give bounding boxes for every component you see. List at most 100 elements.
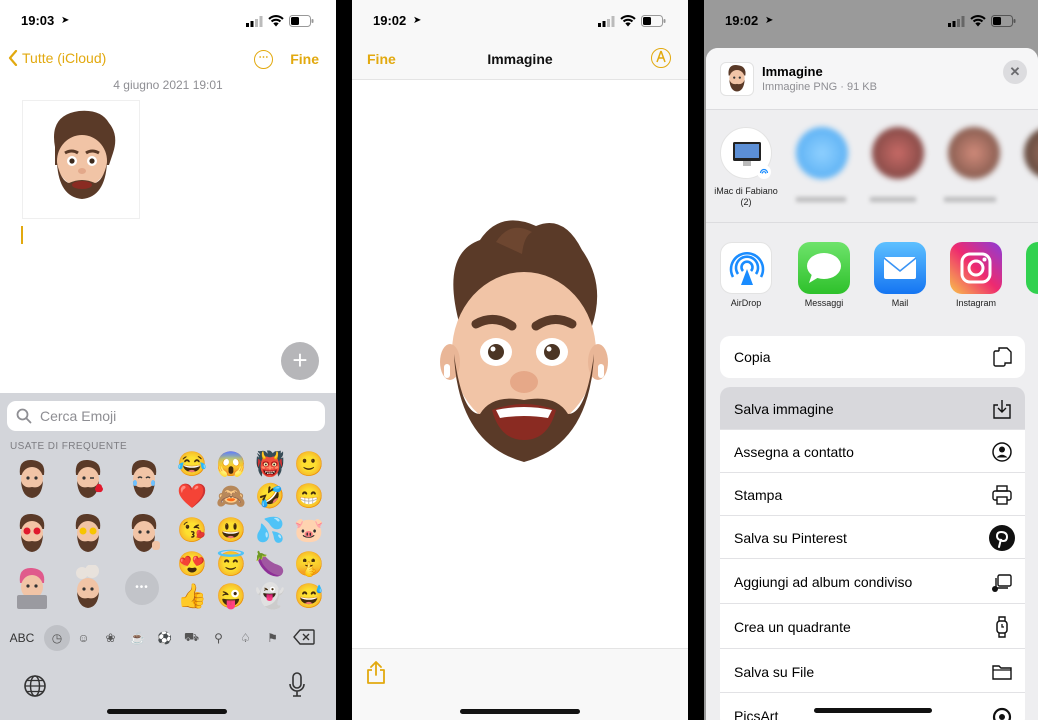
emoji-key[interactable]: 🐷 [293, 515, 325, 547]
home-indicator[interactable] [107, 709, 227, 714]
emoji-key[interactable]: 😍 [176, 549, 208, 581]
cellular-signal-icon [246, 15, 263, 27]
animals-category-icon[interactable]: ❀ [97, 631, 124, 645]
delete-key-icon[interactable] [286, 628, 322, 648]
emoji-key[interactable]: ❤️ [176, 481, 208, 513]
food-category-icon[interactable]: ☕ [124, 631, 151, 645]
save-to-files-action[interactable]: Salva su File [720, 649, 1025, 693]
viewer-top-bar: 19:02 ➤ Fine Immagine [352, 0, 688, 80]
recent-category-icon[interactable]: ◷ [44, 625, 70, 651]
copy-action-group: Copia [720, 336, 1025, 378]
copy-action[interactable]: Copia [720, 336, 1025, 378]
app-label: W [1017, 298, 1038, 308]
memoji-sticker-heart-eyes[interactable] [12, 511, 52, 557]
status-bar: 19:03 ➤ [0, 0, 336, 40]
save-download-icon [993, 400, 1011, 419]
home-indicator[interactable] [460, 709, 580, 714]
memoji-sticker-kiss[interactable] [68, 457, 108, 503]
airdrop-target-blurred[interactable] [796, 127, 848, 179]
memoji-sticker[interactable] [12, 457, 52, 503]
memoji-sticker-laughing[interactable] [124, 457, 164, 503]
save-to-pinterest-action[interactable]: Salva su Pinterest [720, 516, 1025, 559]
memoji-sticker-star-eyes[interactable] [68, 511, 108, 557]
smileys-category-icon[interactable]: ☺ [70, 631, 97, 645]
folder-icon [992, 665, 1012, 680]
location-icon: ➤ [413, 15, 422, 26]
home-indicator[interactable] [814, 708, 932, 713]
copy-label: Copia [734, 349, 771, 365]
messages-app-icon[interactable] [798, 242, 850, 294]
close-icon[interactable]: ✕ [1003, 60, 1027, 84]
status-time: 19:02 [725, 13, 759, 28]
emoji-key[interactable]: 😅 [293, 581, 325, 613]
symbols-category-icon[interactable]: ♤ [232, 631, 259, 645]
emoji-key[interactable]: 👻 [254, 581, 286, 613]
activity-category-icon[interactable]: ⚽ [151, 631, 178, 645]
keyboard-bottom-row [0, 663, 336, 703]
save-files-label: Salva su File [734, 664, 815, 680]
mail-app-icon[interactable] [874, 242, 926, 294]
microphone-icon[interactable] [287, 672, 307, 698]
add-to-shared-album-action[interactable]: Aggiungi ad album condiviso [720, 559, 1025, 604]
emoji-key[interactable]: 😂 [176, 449, 208, 481]
travel-category-icon[interactable]: ⛟ [178, 630, 205, 646]
status-time: 19:03 [21, 13, 55, 28]
save-image-action[interactable]: Salva immagine [720, 387, 1025, 430]
more-stickers-button[interactable]: ••• [125, 571, 159, 605]
markup-pen-icon[interactable] [651, 48, 671, 68]
note-image-attachment[interactable] [22, 100, 140, 219]
emoji-key[interactable]: 😱 [215, 449, 247, 481]
contact-avatar-blurred[interactable] [872, 127, 924, 179]
flags-category-icon[interactable]: ⚑ [259, 631, 286, 645]
note-date: 4 giugno 2021 19:01 [113, 78, 223, 92]
status-icons [948, 15, 1016, 27]
picsart-action[interactable]: PicsArt [720, 693, 1025, 720]
whatsapp-app-icon[interactable] [1026, 242, 1038, 294]
contact-avatar-blurred[interactable] [1024, 127, 1038, 179]
emoji-key[interactable]: 🤣 [254, 481, 286, 513]
globe-icon[interactable] [23, 674, 47, 698]
emoji-key[interactable]: 👹 [254, 449, 286, 481]
image-viewer-screen: 19:02 ➤ Fine Immagine [352, 0, 688, 720]
memoji-sticker-thumbs[interactable] [124, 511, 164, 557]
back-button[interactable]: Tutte (iCloud) [8, 50, 106, 66]
contact-avatar-blurred[interactable] [948, 127, 1000, 179]
add-attachment-button[interactable]: + [281, 342, 319, 380]
done-button[interactable]: Fine [290, 51, 319, 67]
assign-contact-label: Assegna a contatto [734, 444, 854, 460]
print-label: Stampa [734, 487, 783, 503]
more-options-icon[interactable]: ⋯ [254, 50, 273, 69]
emoji-key[interactable]: 😁 [293, 481, 325, 513]
create-watch-face-action[interactable]: Crea un quadrante [720, 604, 1025, 649]
objects-category-icon[interactable]: ⚲ [205, 631, 232, 645]
emoji-keyboard: Cerca Emoji USATE DI FREQUENTE ••• 😂 😱 👹… [0, 393, 336, 720]
emoji-key[interactable]: 🤫 [293, 549, 325, 581]
emoji-key[interactable]: 😃 [215, 515, 247, 547]
search-icon [16, 408, 32, 424]
emoji-key[interactable]: 😜 [215, 581, 247, 613]
airdrop-app-icon[interactable] [720, 242, 772, 294]
save-image-label: Salva immagine [734, 401, 834, 417]
share-sheet-header: Immagine Immagine PNG · 91 KB ✕ [706, 48, 1038, 110]
emoji-key[interactable]: 🙂 [293, 449, 325, 481]
share-icon[interactable] [366, 661, 386, 685]
memoji-sticker-mind-blown[interactable] [68, 564, 108, 611]
battery-icon [991, 15, 1016, 27]
emoji-key[interactable]: 😘 [176, 515, 208, 547]
abc-key[interactable]: ABC [0, 631, 44, 645]
print-action[interactable]: Stampa [720, 473, 1025, 516]
picsart-label: PicsArt [734, 708, 779, 720]
emoji-search-input[interactable]: Cerca Emoji [7, 401, 325, 431]
memoji-sticker-laptop[interactable] [12, 565, 52, 611]
emoji-key[interactable]: 🙈 [215, 481, 247, 513]
share-subtitle: Immagine PNG · 91 KB [762, 81, 877, 93]
instagram-app-icon[interactable] [950, 242, 1002, 294]
shared-album-label: Aggiungi ad album condiviso [734, 574, 913, 590]
emoji-key[interactable]: 😇 [215, 549, 247, 581]
emoji-key[interactable]: 💦 [254, 515, 286, 547]
airdrop-target-imac[interactable] [720, 127, 772, 179]
emoji-key[interactable]: 👍 [176, 581, 208, 613]
memoji-large-image[interactable] [436, 214, 612, 470]
emoji-key[interactable]: 🍆 [254, 549, 286, 581]
assign-to-contact-action[interactable]: Assegna a contatto [720, 430, 1025, 473]
